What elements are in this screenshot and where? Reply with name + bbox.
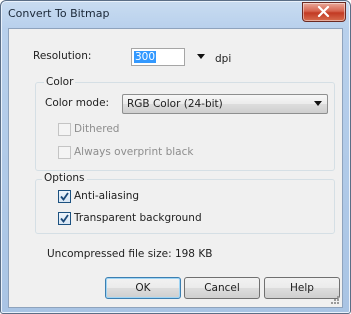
file-size-text: Uncompressed file size: 198 KB [47,248,213,260]
overprint-black-label: Always overprint black [74,146,194,158]
close-button[interactable] [302,2,346,22]
color-mode-label: Color mode: [45,97,110,109]
color-mode-value: RGB Color (24-bit) [127,98,223,110]
cancel-button[interactable]: Cancel [184,277,260,299]
window-title: Convert To Bitmap [8,7,110,20]
transparent-background-checkbox[interactable] [58,212,71,225]
help-button[interactable]: Help [264,277,340,299]
color-group-legend: Color [44,76,76,88]
anti-aliasing-label: Anti-aliasing [74,190,140,202]
checkmark-icon [60,214,69,223]
dithered-checkbox[interactable] [58,123,71,136]
chevron-down-icon [314,101,322,106]
dialog-content: Resolution: 300 dpi Color Color mode: RG… [8,28,343,308]
resolution-input[interactable]: 300 [131,48,185,66]
resize-grip-icon[interactable] [330,295,340,305]
dialog-window: Convert To Bitmap Resolution: 300 dpi Co… [0,0,351,314]
title-bar[interactable]: Convert To Bitmap [1,1,350,28]
resolution-unit: dpi [215,53,232,65]
resolution-dropdown-arrow-icon[interactable] [195,50,207,62]
resolution-value: 300 [134,51,157,63]
options-group [35,179,335,234]
resolution-label: Resolution: [33,50,92,62]
checkmark-icon [60,192,69,201]
anti-aliasing-checkbox[interactable] [58,190,71,203]
dithered-label: Dithered [74,123,120,135]
transparent-background-label: Transparent background [74,212,202,224]
color-mode-select[interactable]: RGB Color (24-bit) [122,94,328,114]
close-icon [317,6,330,17]
overprint-black-checkbox[interactable] [58,146,71,159]
ok-button[interactable]: OK [105,277,181,299]
options-group-legend: Options [42,172,87,184]
